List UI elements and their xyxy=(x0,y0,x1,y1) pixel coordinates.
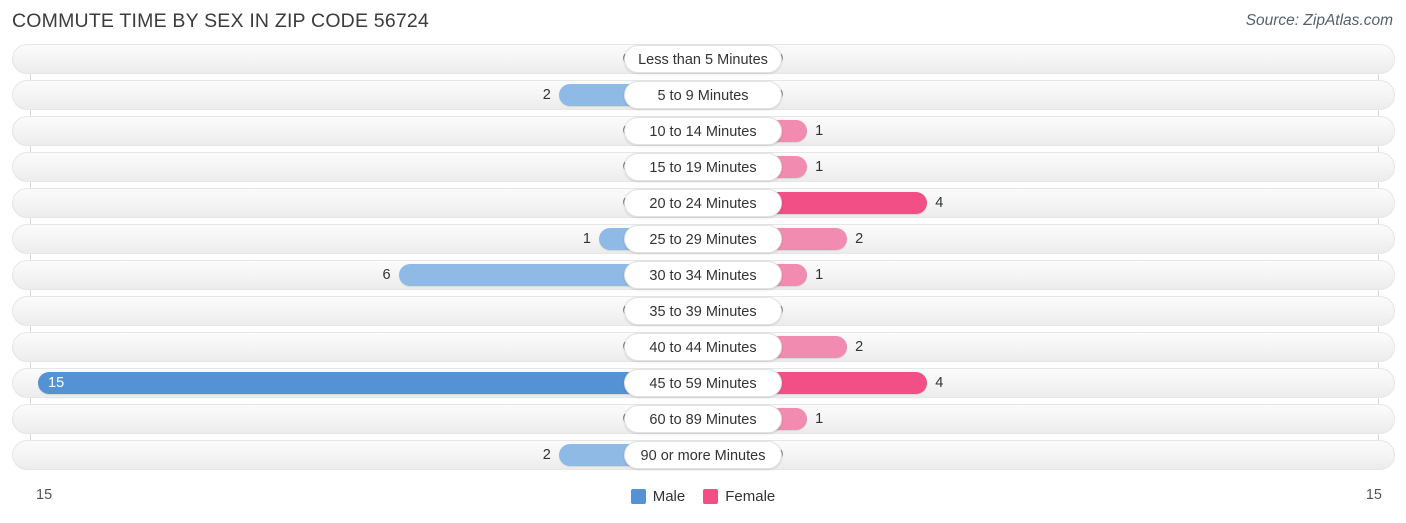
category-label-pill: 20 to 24 Minutes xyxy=(624,189,782,217)
category-label-pill: Less than 5 Minutes xyxy=(624,45,782,73)
row-bars: 2 090 or more Minutes xyxy=(0,440,1406,470)
row-bars: 0 1 60 to 89 Minutes xyxy=(0,404,1406,434)
female-value-label: 1 xyxy=(815,267,824,283)
chart-row: 6 1 30 to 34 Minutes xyxy=(0,260,1406,290)
female-value-label: 2 xyxy=(855,339,864,355)
row-bars: 0 035 to 39 Minutes xyxy=(0,296,1406,326)
category-label-pill: 40 to 44 Minutes xyxy=(624,333,782,361)
category-label-pill: 90 or more Minutes xyxy=(624,441,782,469)
male-value-label: 15 xyxy=(48,375,65,391)
male-color-swatch xyxy=(630,489,646,504)
female-value-label: 1 xyxy=(815,123,824,139)
chart-header: COMMUTE TIME BY SEX IN ZIP CODE 56724 So… xyxy=(0,0,1406,44)
category-label-pill: 45 to 59 Minutes xyxy=(624,369,782,397)
male-value-label: 0 xyxy=(577,44,631,74)
legend-label-male: Male xyxy=(652,488,686,505)
category-label-pill: 10 to 14 Minutes xyxy=(624,117,782,145)
chart-legend: Male Female xyxy=(0,488,1406,505)
chart-row: 1 2 25 to 29 Minutes xyxy=(0,224,1406,254)
chart-row: 0 4 20 to 24 Minutes xyxy=(0,188,1406,218)
female-value-label: 0 xyxy=(775,440,829,470)
chart-row: 0 1 10 to 14 Minutes xyxy=(0,116,1406,146)
row-bars: 0 2 40 to 44 Minutes xyxy=(0,332,1406,362)
male-value-label: 0 xyxy=(577,404,631,434)
category-label-pill: 15 to 19 Minutes xyxy=(624,153,782,181)
male-value-label: 0 xyxy=(577,332,631,362)
chart-row: 2 090 or more Minutes xyxy=(0,440,1406,470)
male-value-label: 2 xyxy=(542,447,551,463)
female-color-swatch xyxy=(703,489,719,504)
row-bars: 0 0Less than 5 Minutes xyxy=(0,44,1406,74)
male-value-label: 6 xyxy=(382,267,391,283)
source-attribution: Source: ZipAtlas.com xyxy=(1245,12,1393,29)
category-label-pill: 35 to 39 Minutes xyxy=(624,297,782,325)
chart-plot-area: 00Less than 5 Minutes205 to 9 Minutes011… xyxy=(0,44,1406,484)
female-value-label: 0 xyxy=(775,80,829,110)
male-bar[interactable] xyxy=(38,372,703,394)
male-value-label: 1 xyxy=(582,231,591,247)
chart-row: 15 4 45 to 59 Minutes xyxy=(0,368,1406,398)
chart-rows: 00Less than 5 Minutes205 to 9 Minutes011… xyxy=(0,44,1406,476)
male-value-label: 2 xyxy=(542,87,551,103)
chart-footer: 15 15 Male Female xyxy=(0,484,1406,523)
chart-row: 2 05 to 9 Minutes xyxy=(0,80,1406,110)
male-value-label: 0 xyxy=(577,188,631,218)
chart-row: 0 2 40 to 44 Minutes xyxy=(0,332,1406,362)
male-value-label: 0 xyxy=(577,152,631,182)
female-value-label: 0 xyxy=(775,44,829,74)
female-value-label: 4 xyxy=(935,375,944,391)
chart-row: 0 1 15 to 19 Minutes xyxy=(0,152,1406,182)
category-label-pill: 25 to 29 Minutes xyxy=(624,225,782,253)
category-label-pill: 60 to 89 Minutes xyxy=(624,405,782,433)
row-bars: 6 1 30 to 34 Minutes xyxy=(0,260,1406,290)
female-value-label: 2 xyxy=(855,231,864,247)
row-bars: 2 05 to 9 Minutes xyxy=(0,80,1406,110)
female-value-label: 4 xyxy=(935,195,944,211)
chart-row: 0 0Less than 5 Minutes xyxy=(0,44,1406,74)
page-title: COMMUTE TIME BY SEX IN ZIP CODE 56724 xyxy=(12,10,430,32)
female-value-label: 1 xyxy=(815,411,824,427)
row-bars: 1 2 25 to 29 Minutes xyxy=(0,224,1406,254)
row-bars: 15 4 45 to 59 Minutes xyxy=(0,368,1406,398)
legend-item-male[interactable]: Male xyxy=(630,488,686,505)
row-bars: 0 4 20 to 24 Minutes xyxy=(0,188,1406,218)
row-bars: 0 1 10 to 14 Minutes xyxy=(0,116,1406,146)
category-label-pill: 30 to 34 Minutes xyxy=(624,261,782,289)
row-bars: 0 1 15 to 19 Minutes xyxy=(0,152,1406,182)
male-value-label: 0 xyxy=(577,116,631,146)
female-value-label: 0 xyxy=(775,296,829,326)
female-value-label: 1 xyxy=(815,159,824,175)
chart-row: 0 1 60 to 89 Minutes xyxy=(0,404,1406,434)
male-value-label: 0 xyxy=(577,296,631,326)
category-label-pill: 5 to 9 Minutes xyxy=(624,81,782,109)
legend-item-female[interactable]: Female xyxy=(703,488,775,505)
chart-row: 0 035 to 39 Minutes xyxy=(0,296,1406,326)
legend-label-female: Female xyxy=(725,488,776,505)
